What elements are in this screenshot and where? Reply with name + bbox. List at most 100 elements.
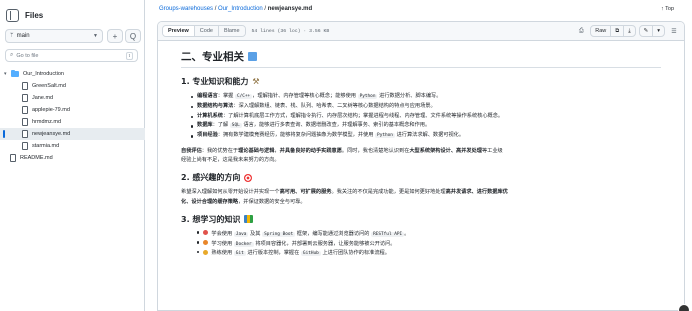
- file-icon: [22, 82, 28, 90]
- inline-code: Git: [233, 251, 246, 257]
- para-bold: 大型系统架构设计、高并发处理: [409, 147, 482, 154]
- container-icon: [203, 240, 209, 246]
- target-icon: [244, 173, 253, 182]
- main-panel: Groups-warehouses / Our_Introduction / n…: [152, 0, 692, 311]
- item-text: 。: [404, 230, 410, 237]
- collapse-sidebar-icon[interactable]: [6, 9, 19, 22]
- markdown-body: 二、专业相关 1. 专业知识和能力 ⚒ 编程语言：掌握 C/C++ ，理解指针、内…: [158, 41, 684, 259]
- tree-folder[interactable]: ▾ Our_Introduction: [0, 68, 145, 80]
- para-bold: 理论基础与逻辑: [238, 147, 275, 154]
- self-evaluation-paragraph: 自我评估：我的优势在于理论基础与逻辑，并具备良好的动手实践意愿。同时，我也清楚地…: [181, 147, 661, 165]
- file-toolbar: Preview Code Blame 54 lines (36 loc) · 3…: [158, 22, 684, 41]
- search-button[interactable]: Q: [125, 29, 141, 43]
- go-to-file-placeholder: Go to file: [16, 52, 39, 59]
- raw-button[interactable]: Raw: [591, 26, 612, 36]
- file-icon: [22, 142, 28, 150]
- subsection-heading: 2. 感兴趣的方向: [181, 172, 661, 183]
- chevron-down-icon: ▼: [93, 33, 98, 39]
- back-to-top-link[interactable]: ↑ Top: [661, 6, 674, 12]
- para-bold: 并具备良好的动手实践意愿: [279, 147, 342, 154]
- avatar[interactable]: [678, 304, 690, 311]
- heading-text: 1. 专业知识和能力: [181, 77, 249, 86]
- para-text: 希望深入理解如何从零开始设计并实现一个: [181, 189, 280, 196]
- file-name: newjeansye.md: [32, 131, 71, 137]
- item-text: 进行算法求解、数据可视化。: [394, 132, 465, 139]
- outline-list-icon[interactable]: ☰: [668, 25, 680, 37]
- item-text: 框架，编写能通过浏览器访问的: [295, 230, 372, 237]
- copy-icon[interactable]: ⧉: [611, 26, 625, 36]
- tree-file[interactable]: applepie-79.md: [0, 104, 145, 116]
- shortcut-hint: t: [125, 51, 133, 60]
- toolbar-actions: ⎙ Raw ⧉ ⤓ ✎ ▾ ☰: [575, 25, 680, 37]
- inline-code: GitHub: [300, 251, 321, 257]
- folder-icon: [11, 70, 19, 77]
- tab-blame[interactable]: Blame: [218, 26, 245, 36]
- interest-paragraph: 希望深入理解如何从零开始设计并实现一个高可用、可扩展的服务。我关注的不仅是完成功…: [181, 188, 661, 206]
- list-item: 项目经验：拥有数学建模竞赛经历，能够将复杂问题抽象为数学模型，并使用 Pytho…: [191, 131, 661, 141]
- item-text: 学习使用: [211, 240, 234, 247]
- tree-file[interactable]: GreenSalt.md: [0, 80, 145, 92]
- para-bold: 高并发请求、进行数据库优: [445, 189, 508, 196]
- para-text: ，并保证数据的安全与可靠。: [238, 198, 306, 205]
- subsection-heading: 3. 想学习的知识: [181, 214, 661, 225]
- item-text: 熟练使用: [211, 250, 234, 257]
- item-text: ：了解: [212, 122, 230, 129]
- tree-file-selected[interactable]: newjeansye.md: [0, 128, 145, 140]
- item-term: 项目经验: [197, 132, 218, 139]
- rocket-icon: [203, 230, 209, 236]
- sidebar-title: Files: [25, 11, 44, 20]
- file-name: README.md: [20, 155, 53, 161]
- para-text: 。我关注的不仅是完成功能，更是如何更好地处理: [331, 189, 446, 196]
- heading-text: 2. 感兴趣的方向: [181, 173, 241, 183]
- breadcrumb-separator: /: [214, 6, 217, 12]
- branch-selector[interactable]: ᛘ main ▼: [5, 29, 103, 43]
- item-text: 进行版本控制，掌握在: [245, 250, 301, 257]
- list-item: 数据结构与算法：深入理解数组、链表、栈、队列、哈希表、二叉树等核心数据结构的特点…: [191, 102, 661, 112]
- heading-text: 二、专业相关: [181, 51, 244, 63]
- breadcrumb-folder-link[interactable]: Our_Introduction: [218, 6, 263, 12]
- item-text: 将项目容器化，并部署到云服务器，让服务能够被公开访问。: [253, 240, 396, 247]
- tree-file[interactable]: Jane.md: [0, 92, 145, 104]
- item-term: 数据结构与算法: [197, 102, 234, 109]
- inline-code: RESTful API: [371, 231, 405, 237]
- heading-text: 3. 想学习的知识: [181, 214, 241, 224]
- inline-code: Java: [233, 231, 249, 237]
- file-name: Jane.md: [32, 95, 54, 101]
- item-text: ：了解计算机底层工作方式，理解指令执行、内存层次结构；掌握进程与线程、内存管理、…: [222, 112, 504, 119]
- inline-code: Spring Boot: [262, 231, 296, 237]
- file-icon: [22, 130, 28, 138]
- breadcrumb-separator: /: [264, 6, 267, 12]
- file-name: GreenSalt.md: [32, 83, 66, 89]
- tab-code[interactable]: Code: [194, 26, 219, 36]
- para-text: 。同时，我也清楚地认识到在: [341, 147, 410, 154]
- chevron-down-icon: ▾: [4, 71, 7, 77]
- tab-preview[interactable]: Preview: [163, 26, 195, 36]
- item-text: 进行数据分析、脚本编写。: [377, 93, 442, 99]
- blue-square-icon: [248, 52, 257, 61]
- raw-copy-download-group: Raw ⧉ ⤓: [590, 25, 636, 37]
- edit-pencil-icon[interactable]: ✎: [640, 26, 654, 36]
- download-icon[interactable]: ⤓: [624, 26, 634, 36]
- tree-file[interactable]: hrmdmz.md: [0, 116, 145, 128]
- file-name: hrmdmz.md: [32, 119, 62, 125]
- skills-list: 编程语言：掌握 C/C++ ，理解指针、内存管理等核心概念；能够使用 Python…: [181, 92, 661, 141]
- go-to-file-input[interactable]: ⌕ Go to file t: [5, 49, 138, 62]
- inline-code: Docker: [233, 241, 254, 247]
- breadcrumb: Groups-warehouses / Our_Introduction / n…: [159, 6, 312, 12]
- section-heading: 二、专业相关: [181, 49, 661, 68]
- view-mode-tabs: Preview Code Blame: [162, 25, 246, 37]
- print-icon[interactable]: ⎙: [575, 25, 587, 37]
- books-icon: [244, 215, 254, 224]
- subsection-heading: 1. 专业知识和能力 ⚒: [181, 76, 661, 87]
- list-item: 熟练使用 Git 进行版本控制，掌握在 GitHub 上进行团队协作的标准流程。: [191, 249, 661, 259]
- item-text: 上进行团队协作的标准流程。: [320, 250, 390, 257]
- tree-file[interactable]: README.md: [0, 152, 145, 164]
- item-term: 编程语言: [197, 93, 218, 99]
- folder-name: Our_Introduction: [23, 71, 64, 77]
- tree-file[interactable]: starmia.md: [0, 140, 145, 152]
- handshake-icon: [203, 249, 209, 255]
- item-term: 数据库: [197, 122, 213, 129]
- chevron-down-icon[interactable]: ▾: [653, 26, 664, 36]
- add-file-button[interactable]: +: [107, 29, 123, 43]
- breadcrumb-repo-link[interactable]: Groups-warehouses: [159, 6, 213, 12]
